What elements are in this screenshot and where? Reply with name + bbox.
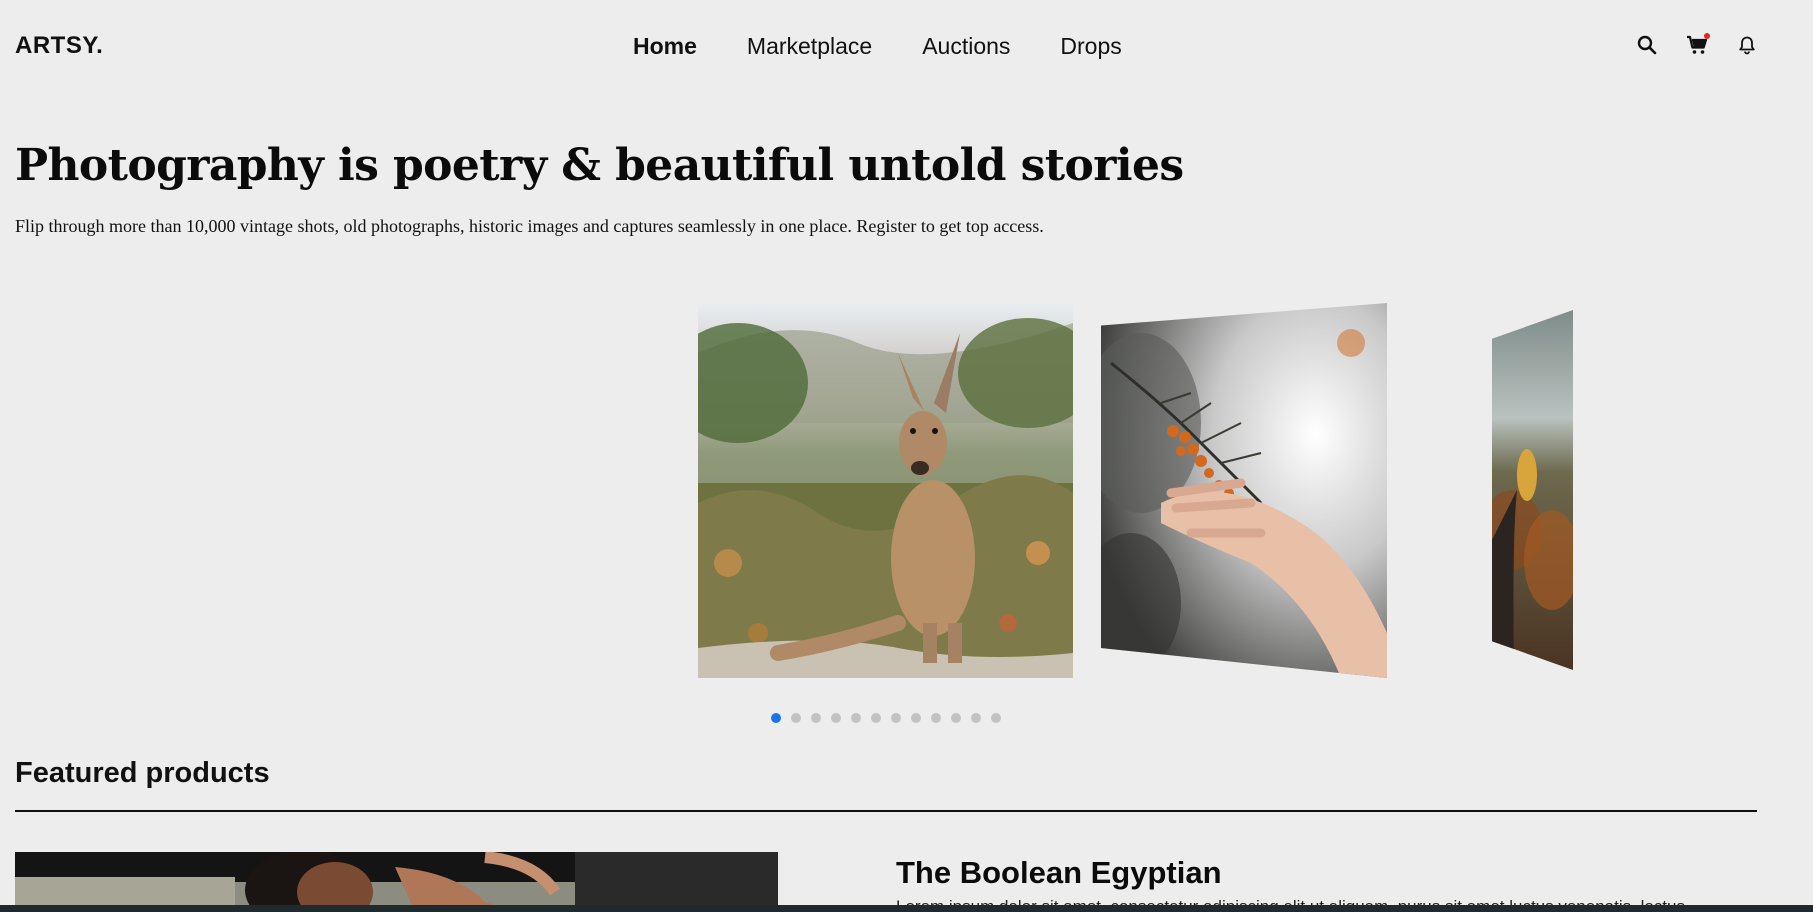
logo[interactable]: ARTSY. (15, 32, 103, 60)
kangaroo-photo[interactable] (698, 303, 1073, 678)
nav-auctions[interactable]: Auctions (922, 33, 1010, 60)
carousel-dot[interactable] (791, 713, 801, 723)
product-title[interactable]: The Boolean Egyptian (896, 855, 1222, 891)
carousel-dot[interactable] (771, 713, 781, 723)
carousel-dot[interactable] (991, 713, 1001, 723)
bell-icon[interactable] (1735, 33, 1759, 57)
carousel-pagination (771, 713, 1001, 723)
bottom-bar (0, 905, 1813, 912)
cart-notification-dot (1704, 33, 1710, 39)
carousel-dot[interactable] (931, 713, 941, 723)
carousel-dot[interactable] (951, 713, 961, 723)
hero-title: Photography is poetry & beautiful untold… (15, 140, 1184, 191)
hero-subtitle: Flip through more than 10,000 vintage sh… (15, 216, 1044, 236)
carousel-dot[interactable] (831, 713, 841, 723)
nav-drops[interactable]: Drops (1060, 33, 1121, 60)
cart-icon[interactable] (1685, 33, 1710, 57)
autumn-leaf-photo[interactable] (1492, 310, 1573, 670)
carousel-dot[interactable] (871, 713, 881, 723)
carousel-dot[interactable] (891, 713, 901, 723)
section-divider (15, 810, 1757, 812)
photo-carousel[interactable] (0, 300, 1813, 680)
carousel-dot[interactable] (911, 713, 921, 723)
nav-marketplace[interactable]: Marketplace (747, 33, 872, 60)
header-icons (1635, 33, 1759, 57)
carousel-dot[interactable] (851, 713, 861, 723)
hand-branch-photo[interactable] (1101, 303, 1387, 678)
product-image[interactable] (15, 852, 778, 912)
search-icon[interactable] (1635, 33, 1659, 57)
carousel-dot[interactable] (971, 713, 981, 723)
carousel-dot[interactable] (811, 713, 821, 723)
main-nav: Home Marketplace Auctions Drops (633, 33, 1122, 60)
nav-home[interactable]: Home (633, 33, 697, 60)
featured-section-title: Featured products (15, 757, 270, 789)
